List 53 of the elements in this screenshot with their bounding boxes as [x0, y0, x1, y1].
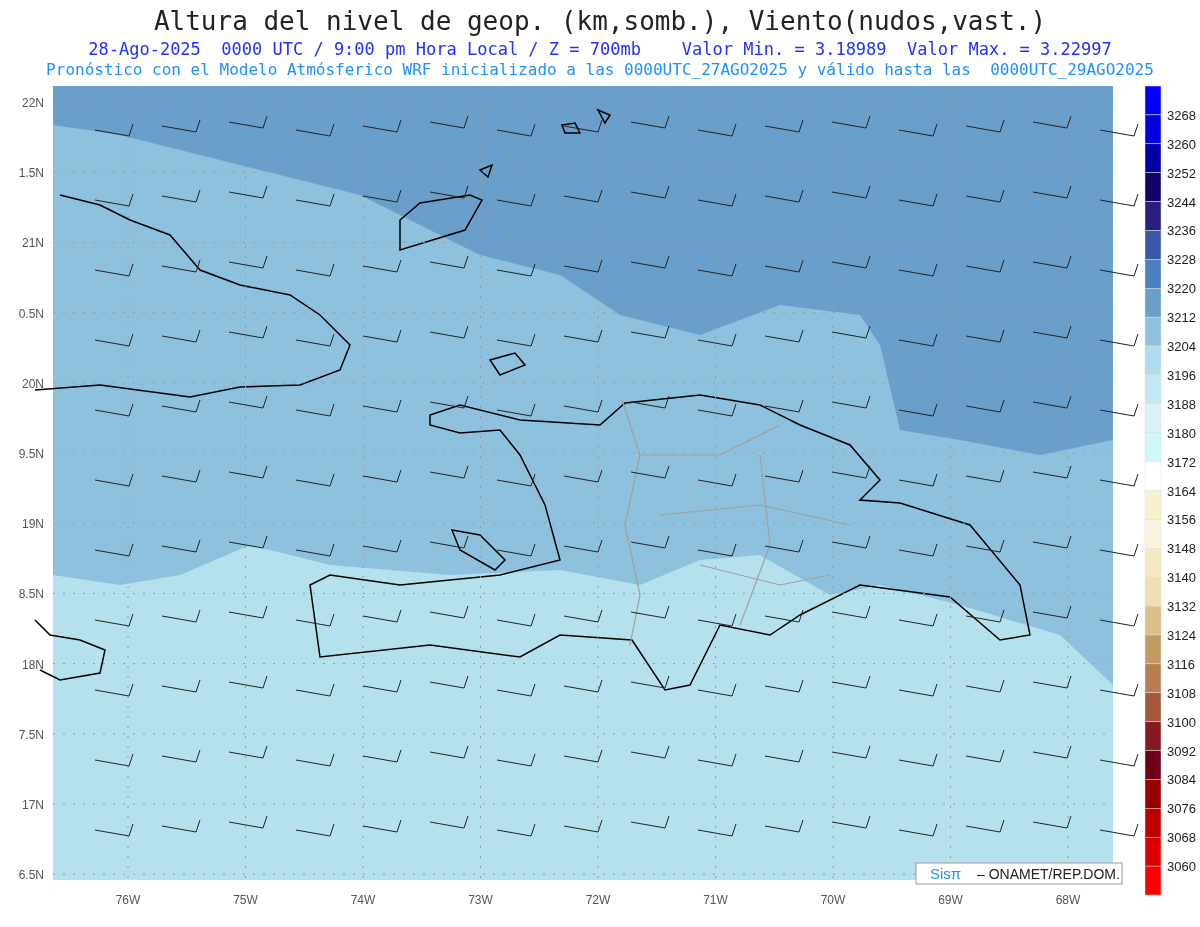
latitude-label: 21N	[22, 236, 44, 251]
colorbar-label: 3212	[1167, 310, 1196, 326]
colorbar-label: 3116	[1167, 656, 1195, 672]
colorbar-label: 3076	[1167, 801, 1196, 817]
colorbar-label: 3148	[1167, 541, 1196, 557]
colorbar-label: 3068	[1167, 830, 1196, 846]
colorbar-label: 3092	[1167, 743, 1196, 759]
chart-title: Altura del nivel de geop. (km,somb.), Viento(nudos,vast.)	[152, 5, 1048, 38]
latitude-label: 22N	[22, 96, 44, 110]
latitude-label: 20N	[22, 376, 44, 391]
forecast-note: Pronóstico con el Modelo Atmósferico WRF inicializado a las 0000UTC_27AGO2025 y válido hasta las 0000UTC_29AGO2025	[45, 60, 1155, 80]
colorbar-label: 3132	[1167, 599, 1196, 615]
latitude-label: 1.5N	[18, 166, 44, 181]
colorbar-label: 3188	[1167, 396, 1196, 412]
longitude-label: 74W	[350, 893, 376, 907]
colorbar-label: 3252	[1167, 165, 1196, 181]
colorbar-label: 3140	[1167, 570, 1196, 586]
colorbar-label: 3100	[1167, 714, 1196, 730]
colorbar-label: 3196	[1167, 367, 1196, 383]
credit-text: – ONAMET/REP.DOM.	[977, 866, 1120, 882]
colorbar-label: 3236	[1167, 223, 1196, 239]
longitude-label: 68W	[1055, 893, 1081, 907]
colorbar-label: 3108	[1167, 685, 1196, 701]
latitude-label: 9.5N	[18, 447, 44, 461]
colorbar-label: 3172	[1167, 454, 1196, 470]
latitude-label: 8.5N	[18, 587, 44, 602]
colorbar-label: 3204	[1167, 339, 1196, 355]
colorbar-label: 3244	[1167, 194, 1196, 210]
colorbar-label: 3124	[1167, 627, 1196, 643]
colorbar-label: 3228	[1167, 252, 1196, 268]
longitude-label: 76W	[115, 893, 141, 907]
latitude-label: 6.5N	[18, 868, 44, 883]
longitude-label: 73W	[468, 893, 493, 907]
colorbar-label: 3268	[1167, 107, 1196, 123]
colorbar-label: 3156	[1167, 512, 1196, 528]
colorbar-label: 3260	[1167, 136, 1196, 152]
chart-subtitle: 28-Ago-2025 0000 UTC / 9:00 pm Hora Local / Z = 700mb Valor Min. = 3.18989 Valor Max. = 3.22997	[87, 38, 1113, 60]
latitude-label: 18N	[22, 657, 44, 672]
colorbar-label: 3180	[1167, 425, 1196, 441]
colorbar-label: 3220	[1167, 281, 1196, 297]
logo-text: Sisπ	[930, 865, 962, 882]
longitude-label: 75W	[233, 893, 258, 907]
latitude-label: 7.5N	[18, 727, 44, 742]
colorbar-label: 3164	[1167, 483, 1196, 499]
longitude-label: 70W	[820, 893, 846, 907]
colorbar-label: 3084	[1167, 772, 1196, 788]
latitude-label: 0.5N	[18, 306, 44, 321]
latitude-label: 17N	[22, 798, 44, 812]
longitude-label: 72W	[585, 893, 611, 907]
latitude-label: 19N	[22, 517, 44, 532]
colorbar-label: 3060	[1167, 859, 1196, 875]
longitude-label: 69W	[938, 893, 963, 907]
longitude-label: 71W	[703, 893, 728, 907]
